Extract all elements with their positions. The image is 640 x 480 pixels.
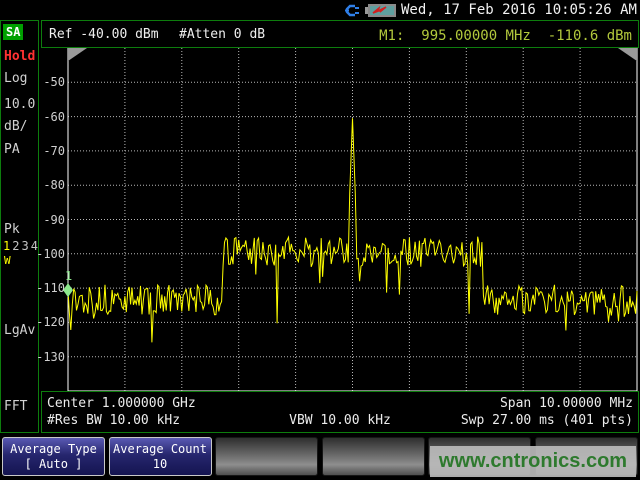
trace-state-label: W [4, 254, 11, 267]
preamp-label: PA [4, 142, 20, 157]
sweep-time-readout: Swp 27.00 ms (401 pts) [461, 413, 633, 428]
battery-charging-icon [365, 3, 396, 18]
softkey-average-count[interactable]: Average Count 10 [109, 437, 212, 476]
scale-value-label: 10.0 [4, 97, 35, 112]
marker-1-readout: M1: 995.00000 MHz -110.6 dBm [379, 28, 632, 44]
attenuation-readout: #Atten 0 dB [179, 27, 265, 42]
y-tick-label: -120 [34, 316, 65, 328]
y-tick-label: -50 [34, 76, 65, 88]
y-tick-label: -60 [34, 111, 65, 123]
trace-1 [68, 118, 637, 342]
average-type-label: LgAv [4, 323, 35, 338]
ref-corner-right [618, 48, 637, 61]
y-tick-label: -100 [34, 248, 65, 260]
span-readout: Span 10.00000 MHz [500, 396, 633, 411]
softkey-blank-4[interactable] [322, 437, 425, 476]
watermark: www.cntronics.com [430, 446, 636, 477]
y-tick-label: -70 [34, 145, 65, 157]
y-tick-label: -90 [34, 214, 65, 226]
spectrum-analyzer-screen: Wed, 17 Feb 2016 10:05:26 AM SA Hold Log… [0, 0, 640, 480]
bottom-annotation-bar: Center 1.000000 GHz Span 10.00000 MHz #R… [41, 391, 639, 433]
fft-mode-label: FFT [4, 399, 27, 414]
status-bar: Wed, 17 Feb 2016 10:05:26 AM [0, 0, 640, 20]
ref-level-readout: Ref -40.00 dBm [49, 27, 159, 42]
detector-label: Pk [4, 222, 20, 237]
marker-1-number: 1 [65, 269, 72, 283]
sweep-state-label: Hold [4, 49, 35, 64]
top-annotation-bar: Ref -40.00 dBm #Atten 0 dB M1: 995.00000… [41, 20, 639, 48]
y-tick-label: -130 [34, 351, 65, 363]
scale-unit-label: dB/ [4, 119, 27, 134]
softkey-blank-3[interactable] [215, 437, 318, 476]
y-tick-label: -110 [34, 282, 65, 294]
scale-type-label: Log [4, 71, 27, 86]
mode-badge: SA [3, 24, 23, 40]
date-time: Wed, 17 Feb 2016 10:05:26 AM [401, 2, 637, 18]
ac-power-icon [344, 3, 360, 18]
softkey-average-type[interactable]: Average Type [ Auto ] [2, 437, 105, 476]
ref-corner-left [68, 48, 87, 61]
y-tick-label: -80 [34, 179, 65, 191]
trace-digit-1: 1 [3, 239, 12, 253]
graticule-border [68, 48, 637, 391]
center-frequency-readout: Center 1.000000 GHz [47, 396, 196, 411]
trace-digit-3: 3 [21, 239, 30, 253]
